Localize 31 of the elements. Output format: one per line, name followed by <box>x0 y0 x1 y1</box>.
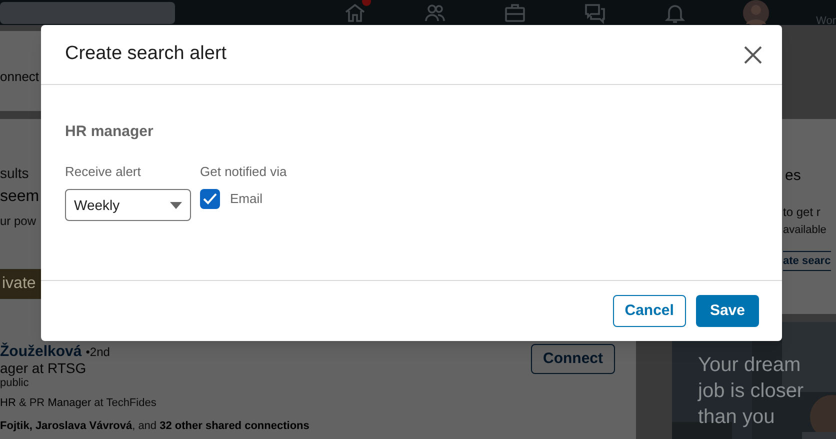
results-count: sults <box>0 165 29 182</box>
field-label: Receive alert <box>65 162 142 180</box>
create-search-alert-link[interactable]: ate searc <box>783 251 831 271</box>
ad-text: job is closer <box>698 379 804 404</box>
subtext: ur pow <box>0 214 36 229</box>
checkbox[interactable] <box>200 189 220 209</box>
sidebar-heading: es <box>784 167 801 184</box>
cancel-button[interactable]: Cancel <box>612 295 686 327</box>
person-name[interactable]: Žouželková <box>0 344 82 360</box>
shared-connections: Fojtik, Jaroslava Vávrová, and 32 other shared connections <box>0 419 310 433</box>
sidebar-text: to get r <box>783 205 820 220</box>
save-button[interactable]: Save <box>696 295 759 327</box>
sidebar-text: available <box>783 223 826 238</box>
person-snippet: HR & PR Manager at TechFides <box>0 396 156 410</box>
avatar-icon[interactable] <box>743 0 769 26</box>
person-title: ager at RTSG <box>0 360 86 376</box>
connections-filter[interactable]: onnect <box>0 65 40 89</box>
ad-text: Your dream <box>698 353 801 378</box>
ad-text: than you <box>698 405 775 430</box>
caret-icon <box>170 202 182 208</box>
search-query: HR manager <box>65 122 154 142</box>
dialog-title: Create search alert <box>65 42 227 66</box>
frequency-dropdown[interactable]: Weekly <box>65 189 191 221</box>
connection-degree: •2nd <box>86 344 110 360</box>
checkbox-label: Email <box>230 190 263 208</box>
person-location: public <box>0 376 29 390</box>
search-field[interactable] <box>0 2 175 24</box>
field-label: Get notified via <box>200 162 287 180</box>
connect-button[interactable]: Connect <box>531 344 615 374</box>
heading-text: seem <box>0 187 40 206</box>
close-icon[interactable] <box>742 44 764 66</box>
